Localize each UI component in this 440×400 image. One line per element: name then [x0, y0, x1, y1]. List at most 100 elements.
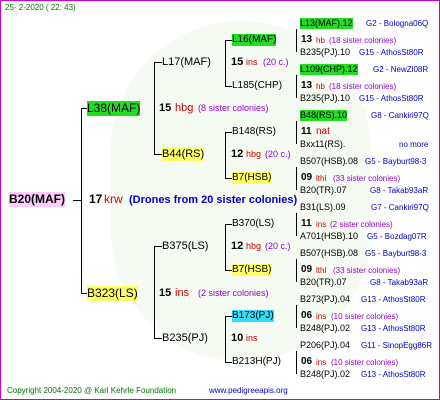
gen4-queen[interactable]: B20(TR).07: [300, 277, 347, 288]
gen1-note: (2 sister colonies): [198, 288, 269, 298]
gen4-queen[interactable]: A701(HSB).10: [300, 231, 358, 242]
gen1-code: ins: [175, 287, 190, 299]
gen3-code: ins: [316, 220, 327, 229]
gen4-queen[interactable]: B273(PJ).04: [300, 294, 350, 305]
gen3-queen[interactable]: B148(RS): [232, 126, 276, 138]
gen2-queen[interactable]: L17(MAF): [162, 55, 211, 69]
tree-line: [225, 316, 226, 362]
gen2-code: ins: [246, 333, 258, 343]
gen3-code: nat: [316, 126, 330, 137]
tree-line: [225, 178, 232, 179]
gen2-code: hbg: [246, 149, 262, 159]
gen2-num: 10: [231, 332, 244, 344]
gen4-origin: G11 - SinopEgg86R: [361, 341, 433, 350]
gen4-queen[interactable]: B507(HSB).08: [300, 156, 358, 167]
gen1-num: 15: [159, 287, 172, 299]
gen3-note: (10 sister colonies): [331, 312, 399, 321]
tree-line: [296, 121, 297, 144]
gen3-queen[interactable]: B213H(PJ): [232, 356, 281, 368]
gen1-code: hbg: [175, 102, 194, 114]
gen4-queen[interactable]: L13(MAF).12: [300, 18, 353, 29]
tree-line: [154, 246, 162, 247]
gen4-queen[interactable]: B235(PJ).10: [300, 93, 350, 104]
gen4-queen[interactable]: B235(PJ).10: [300, 47, 350, 58]
gen3-queen[interactable]: B7(HSB): [232, 172, 272, 184]
gen4-origin: no more: [399, 140, 429, 149]
gen2-note: (20 c.): [263, 57, 289, 67]
tree-line: [296, 29, 297, 52]
gen3-num: 09: [301, 264, 313, 275]
root-queen[interactable]: B20(MAF): [9, 192, 65, 207]
tree-line: [81, 108, 82, 293]
gen3-num: 13: [301, 34, 313, 45]
gen4-origin: G13 - AthosSt80R: [361, 295, 426, 304]
gen4-origin: G5 - Bayburt98-3: [365, 157, 427, 166]
gen3-num: 13: [301, 80, 313, 91]
tree-line: [154, 62, 162, 63]
gen3-num: 06: [301, 356, 313, 367]
gen3-queen[interactable]: L16(MAF): [232, 34, 277, 46]
gen3-note: (33 sister colonies): [333, 174, 401, 183]
gen2-code: hbg: [246, 241, 262, 251]
gen4-origin: G8 - Cankiri97Q: [371, 111, 429, 120]
gen1-queen[interactable]: L38(MAF): [87, 101, 141, 116]
gen4-origin: G5 - Bayburt98-3: [365, 249, 427, 258]
gen1-queen[interactable]: B323(LS): [87, 286, 138, 301]
gen4-origin: G13 - AthosSt80R: [361, 370, 426, 379]
gen2-queen[interactable]: B235(PJ): [162, 331, 208, 345]
tree-line: [225, 362, 232, 363]
gen2-note: (20 c.): [265, 149, 291, 159]
gen2-queen[interactable]: B375(LS): [162, 239, 208, 253]
gen4-queen[interactable]: Bxx11(RS).: [300, 139, 345, 150]
tree-line: [225, 86, 232, 87]
tree-line: [154, 338, 162, 339]
gen3-num: 11: [301, 126, 312, 137]
tree-line: [296, 351, 297, 374]
copyright-text: Copyright 2004-2020 @ Karl Kehrle Founda…: [7, 386, 177, 395]
gen4-queen[interactable]: B48(RS).10: [300, 110, 348, 121]
gen4-origin: G13 - AthosSt80R: [361, 324, 426, 333]
gen3-code: ins: [316, 312, 327, 321]
gen4-origin: G7 - Cankiri97Q: [371, 203, 429, 212]
gen3-note: (2 sister colonies): [330, 220, 393, 229]
tree-line: [296, 213, 297, 236]
tree-line: [225, 270, 232, 271]
tree-line: [296, 167, 297, 190]
pedigree-frame: 25- 2-2020 ( 22: 43) B20(MAF) 17 krw (Dr…: [0, 0, 440, 400]
gen3-note: (18 sister colonies): [329, 82, 397, 91]
gen4-queen[interactable]: B31(LS).09: [300, 202, 346, 213]
gen4-origin: G15 - AthosSt80R: [359, 94, 424, 103]
gen3-code: hb: [316, 36, 325, 45]
site-link[interactable]: www.pedigreeapis.org: [209, 386, 288, 396]
gen3-queen[interactable]: B370(LS): [232, 218, 274, 230]
date-stamp: 25- 2-2020 ( 22: 43): [5, 3, 76, 12]
gen3-num: 11: [301, 218, 312, 229]
root-num: 17: [89, 192, 103, 206]
tree-line: [73, 200, 81, 201]
gen3-code: hb: [316, 82, 325, 91]
tree-line: [296, 75, 297, 98]
gen3-code: ins: [316, 358, 327, 367]
gen4-origin: G15 - AthosSt80R: [359, 48, 424, 57]
gen2-queen[interactable]: B44(RS): [162, 147, 205, 161]
gen4-queen[interactable]: B20(TR).07: [300, 185, 347, 196]
tree-line: [225, 224, 232, 225]
gen3-note: (10 sister colonies): [331, 358, 399, 367]
gen1-note: (8 sister colonies): [198, 103, 269, 113]
gen3-num: 09: [301, 172, 313, 183]
gen4-queen[interactable]: P206(PJ).04: [300, 340, 350, 351]
gen3-num: 06: [301, 310, 313, 321]
gen3-queen[interactable]: B7(HSB): [232, 264, 272, 276]
gen2-code: ins: [246, 57, 258, 67]
gen3-queen[interactable]: L185(CHP): [232, 80, 282, 92]
gen3-code: lthl: [316, 266, 327, 275]
gen4-queen[interactable]: B248(PJ).02: [300, 323, 350, 334]
gen2-num: 12: [231, 148, 244, 160]
gen4-queen[interactable]: L109(CHP).12: [300, 64, 358, 75]
drones-note: (Drones from 20 sister colonies): [129, 194, 298, 206]
tree-line: [225, 224, 226, 270]
gen3-queen[interactable]: B173(PJ): [232, 310, 274, 322]
gen4-queen[interactable]: B507(HSB).08: [300, 248, 358, 259]
gen4-origin: G8 - Takab93aR: [370, 186, 429, 195]
gen4-queen[interactable]: B248(PJ).02: [300, 369, 350, 380]
